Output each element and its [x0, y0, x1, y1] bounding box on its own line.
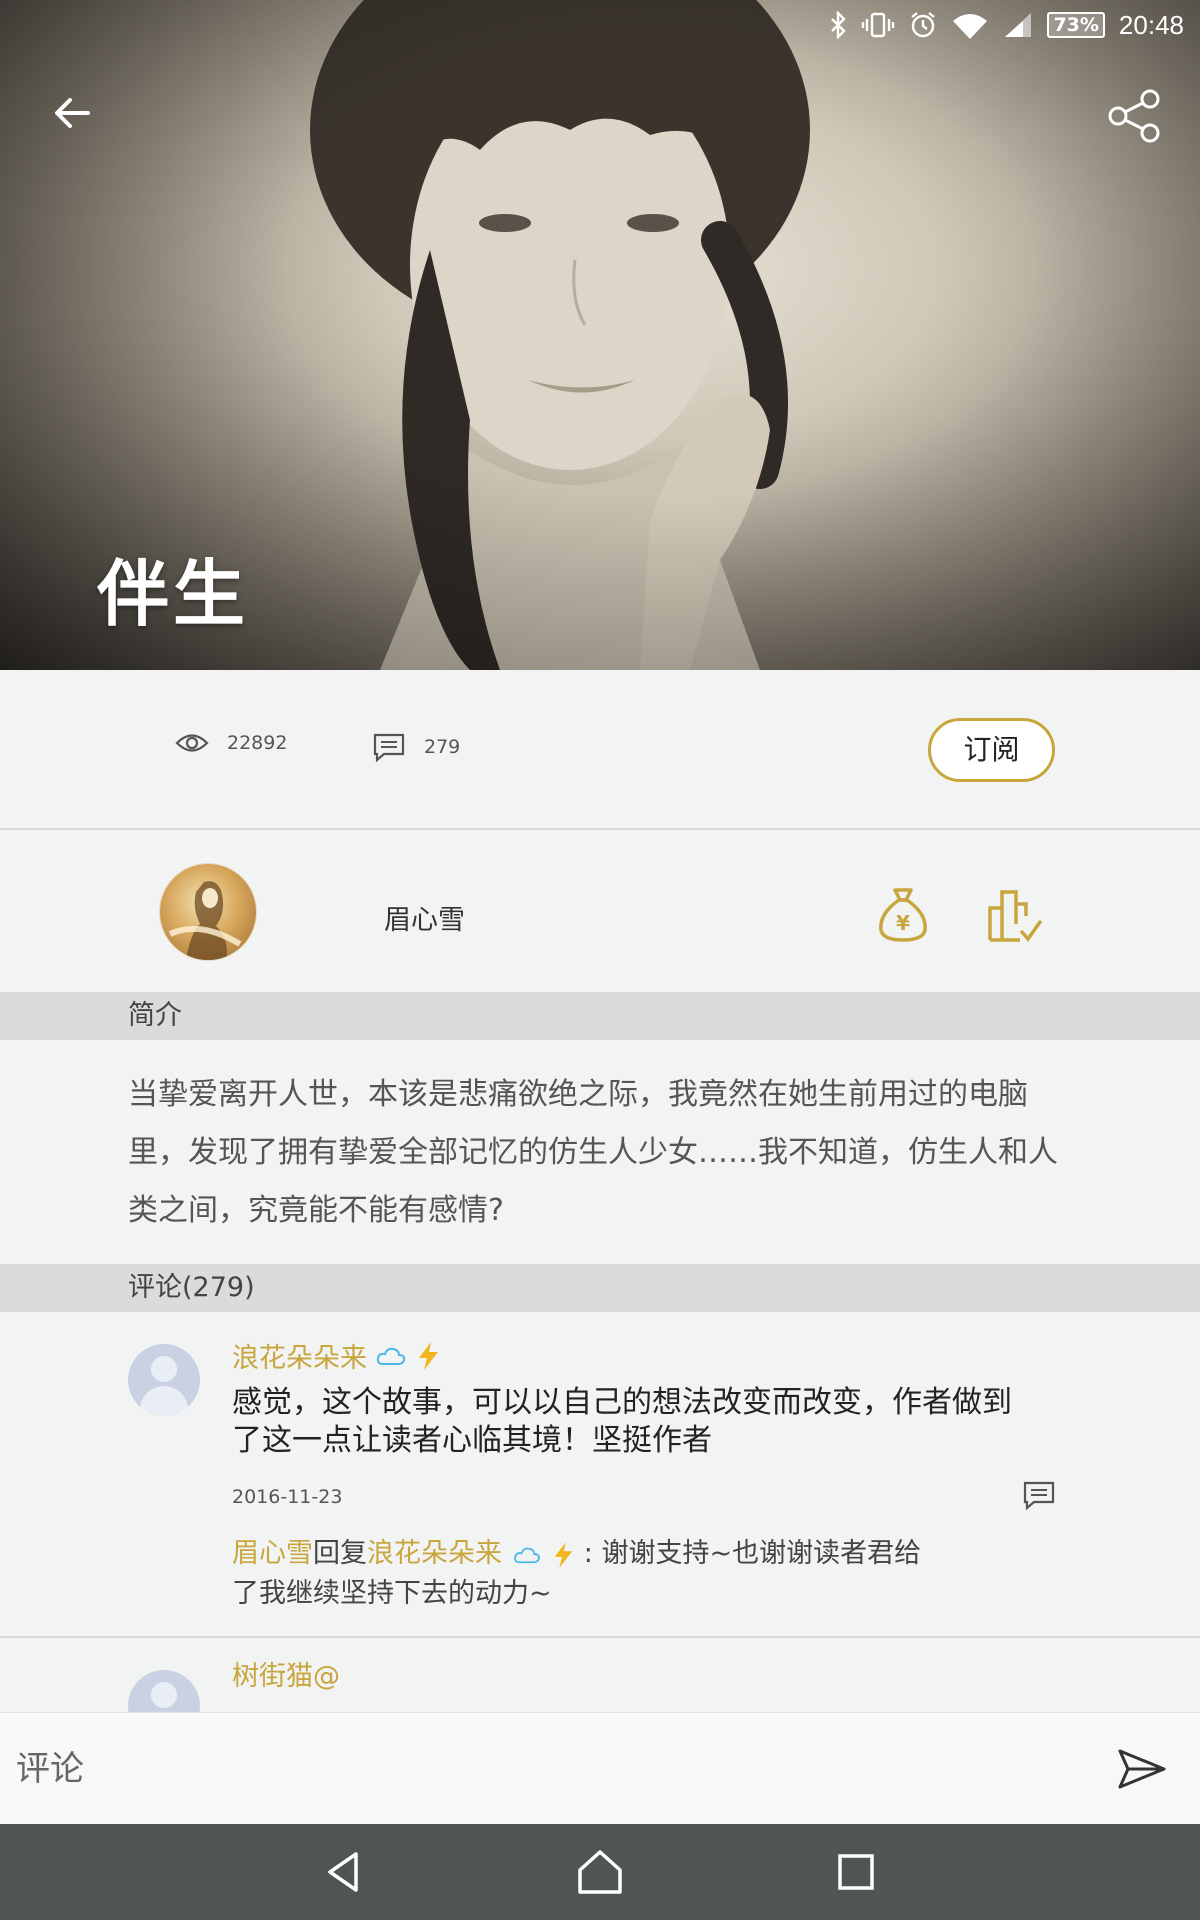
commenter-name[interactable]: 浪花朵朵来	[232, 1336, 441, 1375]
ranking-icon[interactable]	[986, 884, 1042, 944]
view-count: 22892	[175, 732, 287, 754]
back-arrow-icon[interactable]	[48, 88, 98, 138]
comment-text: 感觉，这个故事，可以以自己的想法改变而改变，作者做到了这一点让读者心临其境！坚挺…	[232, 1385, 1012, 1458]
comment-item: 浪花朵朵来 感觉，这个故事，可以以自己的想法改变而改变，作者做到了这一点让读者心…	[0, 1312, 1200, 1638]
status-bar: 73% 20:48	[0, 0, 1200, 50]
reply-author[interactable]: 眉心雪	[232, 1538, 313, 1569]
eye-icon	[175, 734, 209, 752]
comment-date: 2016-11-23	[232, 1486, 343, 1508]
nav-back-icon[interactable]	[318, 1846, 370, 1898]
commenter-name-text: 浪花朵朵来	[232, 1343, 367, 1374]
cloud-badge-icon	[513, 1547, 540, 1563]
commenter-name[interactable]: 树街猫@	[232, 1654, 340, 1693]
vibrate-icon	[862, 12, 895, 38]
send-icon[interactable]	[1116, 1743, 1168, 1795]
comment-icon	[373, 733, 405, 762]
wifi-icon	[953, 14, 988, 39]
comments-section-header: 评论(279)	[0, 1264, 1200, 1312]
stats-row: 22892 279 订阅	[0, 670, 1200, 830]
author-name[interactable]: 眉心雪	[384, 898, 465, 937]
author-avatar[interactable]	[160, 864, 256, 960]
story-title: 伴生	[97, 552, 250, 636]
status-time: 20:48	[1118, 9, 1184, 40]
share-icon[interactable]	[1104, 86, 1164, 146]
lightning-badge-icon	[419, 1341, 438, 1370]
view-count-value: 22892	[227, 732, 288, 754]
commenter-avatar[interactable]	[128, 1344, 200, 1416]
bluetooth-icon	[831, 11, 847, 39]
subscribe-button[interactable]: 订阅	[928, 718, 1055, 782]
commenter-avatar[interactable]	[128, 1670, 200, 1712]
lightning-badge-icon	[554, 1541, 573, 1568]
cloud-badge-icon	[376, 1347, 406, 1365]
reward-money-bag-icon[interactable]: ¥	[875, 884, 931, 944]
svg-text:¥: ¥	[896, 911, 910, 935]
commenter-name-text: 树街猫@	[232, 1661, 340, 1692]
battery-indicator: 73%	[1047, 12, 1105, 38]
nav-recent-apps-icon[interactable]	[830, 1846, 882, 1898]
comment-count-value: 279	[424, 736, 461, 758]
comment-count: 279	[372, 732, 460, 762]
reply-verb: 回复	[313, 1538, 367, 1569]
intro-section-header: 简介	[0, 992, 1200, 1040]
reply-target[interactable]: 浪花朵朵来	[367, 1538, 502, 1569]
nav-home-icon[interactable]	[574, 1846, 626, 1898]
comment-input[interactable]	[16, 1735, 1096, 1803]
intro-text: 当挚爱离开人世，本该是悲痛欲绝之际，我竟然在她生前用过的电脑里，发现了拥有挚爱全…	[128, 1077, 1058, 1228]
reply-icon[interactable]	[1022, 1480, 1056, 1512]
comment-item: 树街猫@	[0, 1640, 1200, 1712]
author-row: 眉心雪 ¥	[0, 832, 1200, 992]
hero-banner: 73% 20:48 伴生	[0, 0, 1200, 670]
alarm-icon	[911, 12, 936, 38]
signal-icon	[1005, 13, 1032, 37]
comment-input-bar	[0, 1712, 1200, 1824]
system-nav-bar	[0, 1824, 1200, 1920]
reply-block: 眉心雪回复浪花朵朵来 : 谢谢支持~也谢谢读者君给了我继续坚持下去的动力~	[232, 1534, 922, 1614]
